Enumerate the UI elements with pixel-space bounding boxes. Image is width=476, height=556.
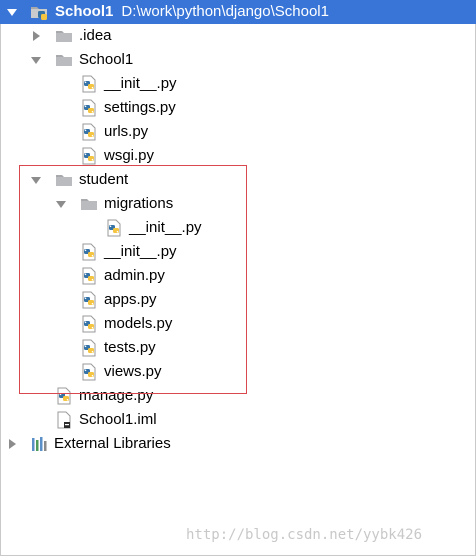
folder-icon xyxy=(55,171,73,189)
tree-node-label: wsgi.py xyxy=(104,147,155,164)
tree-node-label: settings.py xyxy=(104,99,176,116)
tree-node-idea[interactable]: .idea xyxy=(0,24,476,48)
project-path: D:\work\python\django\School1 xyxy=(121,3,329,20)
folder-icon xyxy=(55,51,73,69)
tree-node-external-libraries[interactable]: External Libraries xyxy=(0,432,476,456)
tree-node-migrations[interactable]: migrations xyxy=(0,192,476,216)
module-file-icon xyxy=(55,411,73,429)
chevron-right-icon[interactable] xyxy=(9,439,16,449)
tree-node-school1-init[interactable]: __init__.py xyxy=(0,72,476,96)
library-icon xyxy=(30,435,48,453)
tree-node-root[interactable]: School1 D:\work\python\django\School1 xyxy=(0,0,476,24)
tree-node-models[interactable]: models.py xyxy=(0,312,476,336)
python-file-icon xyxy=(80,315,98,333)
chevron-right-icon[interactable] xyxy=(33,31,40,41)
tree-node-label: views.py xyxy=(104,363,162,380)
chevron-down-icon[interactable] xyxy=(56,201,66,208)
python-file-icon xyxy=(80,243,98,261)
tree-node-migrations-init[interactable]: __init__.py xyxy=(0,216,476,240)
tree-node-label: __init__.py xyxy=(104,75,177,92)
tree-node-label: models.py xyxy=(104,315,173,332)
project-name: School1 xyxy=(55,3,114,20)
project-folder-icon xyxy=(30,3,48,21)
tree-node-views[interactable]: views.py xyxy=(0,360,476,384)
folder-icon xyxy=(80,195,98,213)
tree-node-wsgi[interactable]: wsgi.py xyxy=(0,144,476,168)
python-file-icon xyxy=(80,363,98,381)
tree-node-tests[interactable]: tests.py xyxy=(0,336,476,360)
tree-node-manage[interactable]: manage.py xyxy=(0,384,476,408)
tree-node-label: apps.py xyxy=(104,291,157,308)
chevron-down-icon[interactable] xyxy=(31,57,41,64)
tree-node-label: migrations xyxy=(104,195,174,212)
tree-node-apps[interactable]: apps.py xyxy=(0,288,476,312)
folder-icon xyxy=(55,27,73,45)
python-file-icon xyxy=(80,291,98,309)
python-file-icon xyxy=(80,123,98,141)
python-file-icon xyxy=(80,339,98,357)
tree-node-label: External Libraries xyxy=(54,435,171,452)
tree-node-school1[interactable]: School1 xyxy=(0,48,476,72)
python-file-icon xyxy=(80,147,98,165)
python-file-icon xyxy=(80,99,98,117)
tree-node-label: School1 xyxy=(79,51,134,68)
tree-node-student-init[interactable]: __init__.py xyxy=(0,240,476,264)
tree-node-label: tests.py xyxy=(104,339,156,356)
tree-node-label: urls.py xyxy=(104,123,149,140)
tree-node-iml[interactable]: School1.iml xyxy=(0,408,476,432)
tree-node-label: manage.py xyxy=(79,387,154,404)
tree-node-label: School1 D:\work\python\django\School1 xyxy=(55,0,329,24)
python-file-icon xyxy=(55,387,73,405)
python-file-icon xyxy=(80,75,98,93)
tree-node-label: __init__.py xyxy=(104,243,177,260)
tree-node-admin[interactable]: admin.py xyxy=(0,264,476,288)
tree-node-label: School1.iml xyxy=(79,411,157,428)
tree-node-label: student xyxy=(79,171,129,188)
tree-node-settings[interactable]: settings.py xyxy=(0,96,476,120)
tree-node-student[interactable]: student xyxy=(0,168,476,192)
chevron-down-icon[interactable] xyxy=(31,177,41,184)
tree-node-label: admin.py xyxy=(104,267,165,284)
tree-node-label: .idea xyxy=(79,27,112,44)
tree-node-label: __init__.py xyxy=(129,219,202,236)
tree-node-urls[interactable]: urls.py xyxy=(0,120,476,144)
python-file-icon xyxy=(80,267,98,285)
python-file-icon xyxy=(105,219,123,237)
watermark: http://blog.csdn.net/yybk426 xyxy=(186,527,423,543)
chevron-down-icon[interactable] xyxy=(7,9,17,16)
